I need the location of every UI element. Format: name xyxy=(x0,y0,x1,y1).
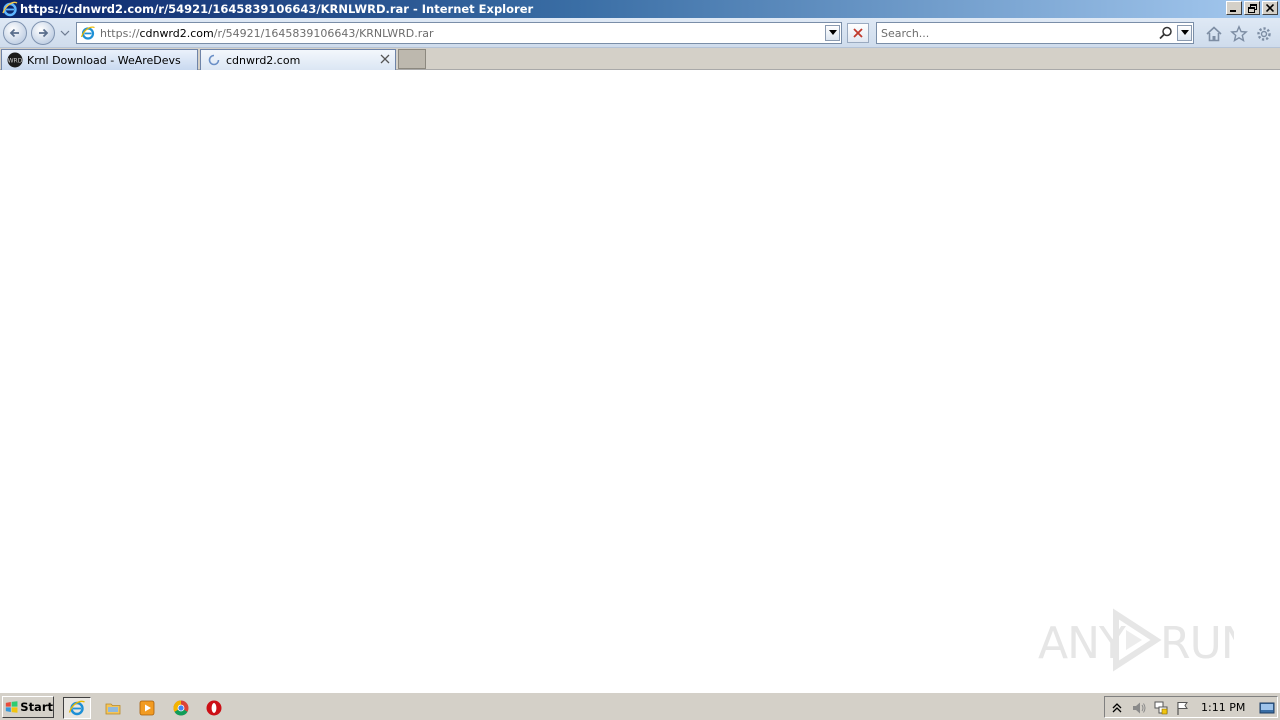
stop-button[interactable] xyxy=(847,23,869,43)
svg-text:WRD: WRD xyxy=(8,58,23,65)
window-controls xyxy=(1226,1,1278,15)
taskbar-file-explorer[interactable] xyxy=(99,697,127,719)
history-dropdown-icon[interactable] xyxy=(60,28,70,38)
volume-icon[interactable] xyxy=(1131,700,1147,716)
address-dropdown-button[interactable] xyxy=(825,25,840,41)
back-button[interactable] xyxy=(3,21,27,45)
minimize-button[interactable] xyxy=(1226,1,1242,15)
url-path: /r/54921/1645839106643/KRNLWRD.rar xyxy=(213,26,434,40)
chevron-down-icon xyxy=(1180,30,1189,35)
browser-window: https://cdnwrd2.com/r/54921/164583910664… xyxy=(0,0,1280,720)
taskbar-internet-explorer[interactable] xyxy=(63,697,91,719)
address-url[interactable]: https://cdnwrd2.com/r/54921/164583910664… xyxy=(100,27,434,40)
folder-icon xyxy=(105,703,121,715)
loading-spinner-icon xyxy=(208,54,220,66)
tab-label: Krnl Download - WeAreDevs xyxy=(27,53,181,67)
url-prefix: https:// xyxy=(100,26,140,40)
close-tab-icon[interactable] xyxy=(379,53,391,65)
start-label: Start xyxy=(20,700,53,714)
search-icon[interactable] xyxy=(1159,26,1173,40)
restore-button[interactable] xyxy=(1244,1,1260,15)
stop-x-icon xyxy=(853,28,863,38)
opera-icon xyxy=(206,700,222,716)
chevron-down-icon xyxy=(828,30,837,35)
start-button[interactable]: Start xyxy=(2,696,54,718)
back-arrow-icon xyxy=(9,28,19,38)
address-bar[interactable]: https://cdnwrd2.com/r/54921/164583910664… xyxy=(76,22,842,44)
show-desktop-icon[interactable] xyxy=(1259,700,1275,716)
svg-text:ANY: ANY xyxy=(1038,618,1126,669)
page-content xyxy=(0,71,1280,692)
taskbar-opera[interactable] xyxy=(200,697,228,719)
tab-krnl-download[interactable]: WRD Krnl Download - WeAreDevs xyxy=(1,49,198,70)
wearedevs-favicon: WRD xyxy=(7,52,23,68)
system-clock[interactable]: 1:11 PM xyxy=(1201,701,1245,714)
settings-gear-icon[interactable] xyxy=(1255,25,1273,43)
close-button[interactable] xyxy=(1262,1,1278,15)
forward-arrow-icon xyxy=(39,28,49,38)
chrome-icon xyxy=(173,700,189,716)
taskbar-media-player[interactable] xyxy=(133,697,161,719)
home-icon[interactable] xyxy=(1205,25,1223,43)
search-input[interactable] xyxy=(881,24,1151,42)
internet-explorer-icon xyxy=(68,700,85,716)
network-icon[interactable] xyxy=(1153,700,1169,716)
taskbar-chrome[interactable] xyxy=(167,697,195,719)
media-player-icon xyxy=(139,700,155,716)
navigation-bar: https://cdnwrd2.com/r/54921/164583910664… xyxy=(0,18,1280,48)
forward-button[interactable] xyxy=(31,21,55,45)
svg-text:RUN: RUN xyxy=(1160,618,1234,669)
new-tab-button[interactable] xyxy=(398,49,426,69)
window-title: https://cdnwrd2.com/r/54921/164583910664… xyxy=(20,2,534,16)
close-icon xyxy=(1266,4,1274,12)
action-center-flag-icon[interactable] xyxy=(1175,700,1191,716)
url-host: cdnwrd2.com xyxy=(139,26,214,40)
system-tray: 1:11 PM xyxy=(1104,696,1278,718)
show-hidden-icons-icon[interactable] xyxy=(1109,700,1125,716)
internet-explorer-page-icon xyxy=(80,26,95,40)
anyrun-watermark-logo: ANY RUN xyxy=(1038,608,1234,672)
favorites-star-icon[interactable] xyxy=(1230,25,1248,43)
internet-explorer-icon xyxy=(2,1,18,17)
tab-label: cdnwrd2.com xyxy=(226,53,301,67)
search-dropdown-button[interactable] xyxy=(1177,25,1192,41)
tab-bar: WRD Krnl Download - WeAreDevs cdnwrd2.co… xyxy=(0,48,1280,70)
title-bar[interactable]: https://cdnwrd2.com/r/54921/164583910664… xyxy=(0,0,1280,18)
windows-flag-icon xyxy=(5,701,18,713)
search-box[interactable] xyxy=(876,22,1194,44)
taskbar: Start 1:11 PM xyxy=(0,692,1280,720)
restore-icon xyxy=(1247,3,1257,13)
minimize-icon xyxy=(1230,10,1236,12)
tab-cdnwrd2[interactable]: cdnwrd2.com xyxy=(200,49,396,70)
